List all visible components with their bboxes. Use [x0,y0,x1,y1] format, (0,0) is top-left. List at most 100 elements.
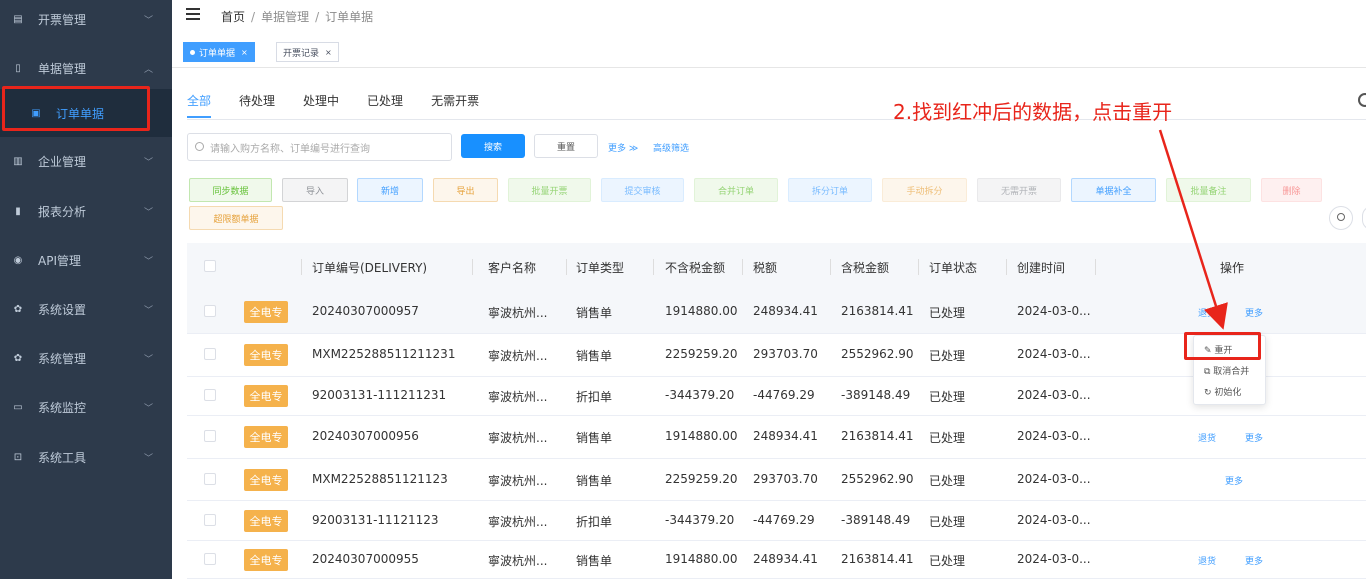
cell-amount: 1914880.00 [665,304,738,318]
api-icon: ◉ [13,255,23,266]
tab-all[interactable]: 全部 [187,92,212,118]
return-link[interactable]: 退货 [1198,431,1216,444]
refresh-button[interactable] [1362,206,1366,230]
tag-order-documents[interactable]: 订单单据 × [183,42,255,62]
cell-tax: 293703.70 [753,472,818,486]
close-icon[interactable]: × [241,48,248,57]
search-button[interactable]: 搜索 [461,134,525,158]
tag-invoice-records[interactable]: 开票记录 × [276,42,339,62]
cell-order-type: 折扣单 [576,390,613,404]
sidebar-item-report-analysis[interactable]: ▮ 报表分析 ﹀ [0,187,172,236]
menu-item-label: 取消合并 [1213,367,1250,377]
gear-icon: ✿ [13,304,23,315]
cell-customer: 寧波杭州... [488,474,548,488]
advanced-filter-link[interactable]: 高级筛选 [653,141,689,154]
no-invoice-needed-button[interactable]: 无需开票 [977,178,1061,202]
import-button[interactable]: 导入 [282,178,348,202]
row-checkbox[interactable] [204,553,216,565]
table-row[interactable]: 全电专 20240307000955 寧波杭州... 销售单 1914880.0… [187,541,1366,579]
complete-documents-button[interactable]: 单据补全 [1071,178,1156,202]
delete-button[interactable]: 删除 [1261,178,1322,202]
toggle-search-button[interactable] [1329,206,1353,230]
sidebar-item-system-management[interactable]: ✿ 系统管理 ﹀ [0,334,172,383]
invoice-type-badge: 全电专 [244,385,288,407]
batch-invoice-button[interactable]: 批量开票 [508,178,591,202]
table-row[interactable]: 全电专 20240307000956 寧波杭州... 销售单 1914880.0… [187,416,1366,459]
more-filters-link[interactable]: 更多 ≫ [608,141,638,154]
tag-label: 开票记录 [283,48,320,59]
initialize-menu-item[interactable]: ↻ 初始化 [1204,385,1241,398]
row-checkbox[interactable] [204,348,216,360]
manual-split-button[interactable]: 手动拆分 [882,178,967,202]
split-orders-button[interactable]: 拆分订单 [788,178,872,202]
sidebar-item-label: 报表分析 [38,205,87,219]
cell-order-no: 20240307000955 [312,552,419,566]
breadcrumb-home[interactable]: 首页 [221,10,245,24]
batch-remark-button[interactable]: 批量备注 [1166,178,1251,202]
sidebar-item-system-settings[interactable]: ✿ 系统设置 ﹀ [0,285,172,334]
sidebar-item-system-monitor[interactable]: ▭ 系统监控 ﹀ [0,383,172,432]
table-row[interactable]: 全电专 MXM22528851121123 寧波杭州... 销售单 225925… [187,459,1366,501]
invoice-type-badge: 全电专 [244,549,288,571]
sidebar-item-api-management[interactable]: ◉ API管理 ﹀ [0,236,172,285]
row-checkbox[interactable] [204,514,216,526]
chevron-down-icon: ﹀ [144,454,154,464]
search-input[interactable]: 请输入购方名称、订单编号进行查询 [187,133,452,161]
cancel-merge-menu-item[interactable]: ⧉ 取消合并 [1204,364,1249,377]
over-limit-documents-button[interactable]: 超限额单据 [189,206,283,230]
table-row[interactable]: 全电专 92003131-11121123 寧波杭州... 折扣单 -34437… [187,501,1366,541]
cell-tax: 248934.41 [753,429,818,443]
table-row[interactable]: 全电专 20240307000957 寧波杭州... 销售单 1914880.0… [187,291,1366,334]
return-link[interactable]: 退货 [1198,306,1216,319]
return-link[interactable]: 退货 [1198,554,1216,567]
row-checkbox[interactable] [204,473,216,485]
sidebar-item-invoice-management[interactable]: ▤ 开票管理 ﹀ [0,0,172,44]
breadcrumb-order-documents: 订单单据 [325,10,374,24]
tab-no-invoice-needed[interactable]: 无需开票 [431,92,479,118]
row-checkbox[interactable] [204,389,216,401]
breadcrumb-document-management: 单据管理 [261,10,310,24]
reset-button[interactable]: 重置 [534,134,598,158]
sync-data-button[interactable]: 同步数据 [189,178,272,202]
cell-created-time: 2024-03-0... [1017,304,1091,318]
sidebar-item-system-tools[interactable]: ⊡ 系统工具 ﹀ [0,433,172,482]
column-header-order-no[interactable]: 订单编号(DELIVERY) [312,259,427,276]
submit-review-button[interactable]: 提交审核 [601,178,684,202]
close-icon[interactable]: × [325,48,332,57]
tab-processing[interactable]: 处理中 [303,92,339,118]
export-button[interactable]: 导出 [433,178,498,202]
cell-status: 已处理 [929,390,966,404]
tab-pending[interactable]: 待处理 [239,92,275,118]
navbar: 首页 / 单据管理 / 订单单据 [172,0,1366,33]
cell-amount: -344379.20 [665,513,735,527]
button-label: 无需开票 [1000,186,1037,197]
sidebar-item-label: 单据管理 [38,62,87,76]
more-dropdown-trigger[interactable]: 更多 [1245,306,1263,319]
button-label: 导入 [305,186,324,197]
row-checkbox[interactable] [204,430,216,442]
search-button-label: 搜索 [483,142,502,153]
highlight-box-reissue [1184,332,1261,360]
hamburger-icon[interactable] [186,8,200,20]
merge-orders-button[interactable]: 合并订单 [694,178,778,202]
more-dropdown-trigger[interactable]: 更多 [1225,474,1243,487]
button-label: 批量开票 [531,186,568,197]
more-dropdown-trigger[interactable]: 更多 [1245,554,1263,567]
tab-processed[interactable]: 已处理 [367,92,403,118]
menu-item-label: 初始化 [1214,388,1242,398]
table-row[interactable]: 全电专 92003131-111211231 寧波杭州... 折扣单 -3443… [187,377,1366,416]
sidebar-item-label: 系统工具 [38,451,87,465]
chevron-down-icon: ﹀ [144,257,154,267]
button-label: 合并订单 [717,186,754,197]
sidebar-item-enterprise-management[interactable]: ▥ 企业管理 ﹀ [0,137,172,186]
more-dropdown-trigger[interactable]: 更多 [1245,431,1263,444]
add-button[interactable]: 新增 [357,178,423,202]
breadcrumb: 首页 / 单据管理 / 订单单据 [221,10,374,24]
select-all-checkbox[interactable] [204,260,216,272]
row-checkbox[interactable] [204,305,216,317]
gear-icon[interactable] [1358,93,1366,107]
cell-status: 已处理 [929,474,966,488]
cell-order-type: 销售单 [576,349,613,363]
cell-created-time: 2024-03-0... [1017,513,1091,527]
column-header-created-time[interactable]: 创建时间 [1017,259,1065,276]
